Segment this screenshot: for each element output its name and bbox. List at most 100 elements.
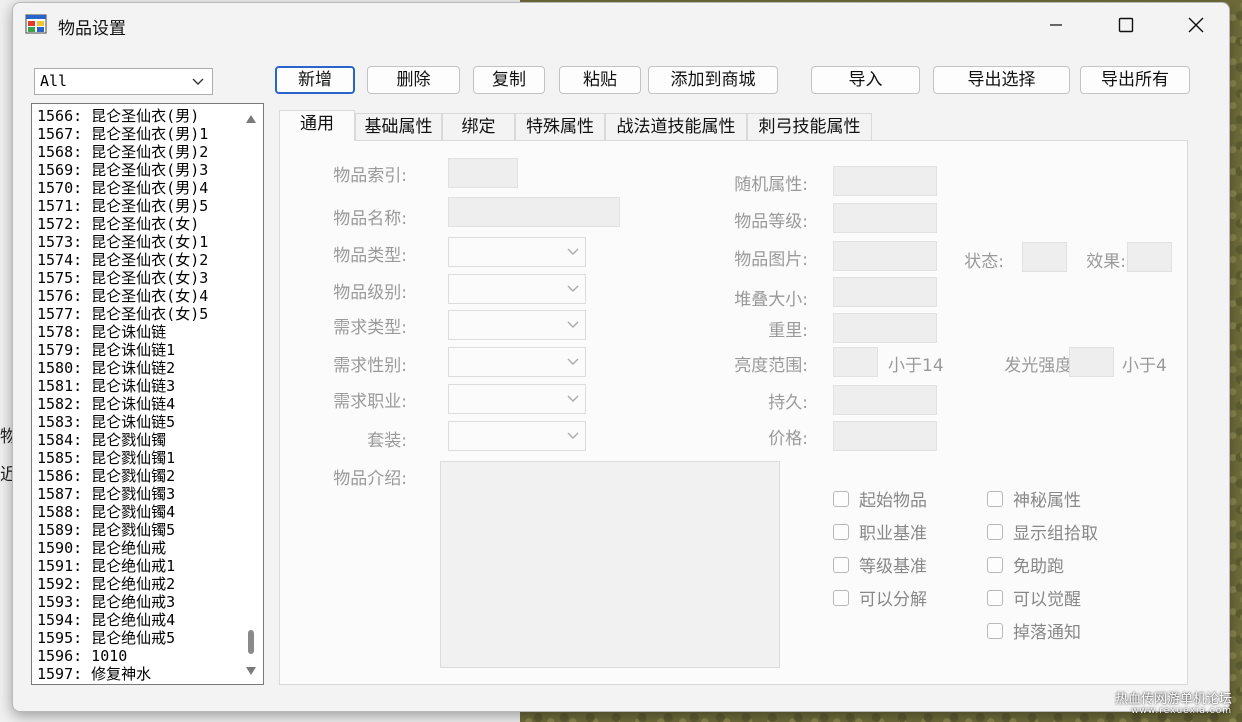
checkbox-label: 等级基准	[859, 557, 927, 577]
close-button[interactable]	[1161, 3, 1229, 47]
list-item[interactable]: 1596: 1010	[37, 647, 237, 665]
light-range-field[interactable]	[833, 347, 878, 377]
checkbox-box[interactable]	[987, 589, 1003, 606]
list-item[interactable]: 1578: 昆仑诛仙链	[37, 323, 237, 341]
list-item[interactable]: 1581: 昆仑诛仙链3	[37, 377, 237, 395]
tab-special-attributes[interactable]: 特殊属性	[515, 113, 605, 140]
scroll-down-icon[interactable]	[245, 666, 257, 676]
requirement-type-select[interactable]	[448, 310, 586, 340]
price-field[interactable]	[833, 421, 937, 451]
list-item[interactable]: 1590: 昆仑绝仙戒	[37, 539, 237, 557]
tab-assassin-archer-skills[interactable]: 刺弓技能属性	[747, 113, 872, 140]
list-item[interactable]: 1591: 昆仑绝仙戒1	[37, 557, 237, 575]
list-item[interactable]: 1587: 昆仑戮仙镯3	[37, 485, 237, 503]
checkbox-box[interactable]	[987, 523, 1003, 540]
no-assist-run-checkbox[interactable]: 免助跑	[987, 552, 1064, 577]
import-button[interactable]: 导入	[811, 66, 920, 94]
list-item[interactable]: 1592: 昆仑绝仙戒2	[37, 575, 237, 593]
minimize-icon	[1050, 24, 1062, 26]
list-item[interactable]: 1585: 昆仑戮仙镯1	[37, 449, 237, 467]
item-description-textarea[interactable]	[440, 461, 780, 668]
list-item[interactable]: 1574: 昆仑圣仙衣(女)2	[37, 251, 237, 269]
glow-intensity-field[interactable]	[1069, 347, 1114, 377]
list-item[interactable]: 1593: 昆仑绝仙戒3	[37, 593, 237, 611]
list-item[interactable]: 1597: 修复神水	[37, 665, 237, 683]
tab-basic-attributes[interactable]: 基础属性	[355, 113, 442, 140]
list-item[interactable]: 1589: 昆仑戮仙镯5	[37, 521, 237, 539]
requirement-type-label: 需求类型:	[333, 318, 407, 338]
item-grade-select[interactable]	[448, 274, 586, 304]
list-item[interactable]: 1566: 昆仑圣仙衣(男)	[37, 107, 237, 125]
export-selected-button[interactable]: 导出选择	[933, 66, 1070, 94]
start-item-checkbox[interactable]: 起始物品	[833, 486, 927, 511]
list-item[interactable]: 1577: 昆仑圣仙衣(女)5	[37, 305, 237, 323]
random-attribute-field[interactable]	[833, 166, 937, 196]
list-item[interactable]: 1570: 昆仑圣仙衣(男)4	[37, 179, 237, 197]
list-item[interactable]: 1568: 昆仑圣仙衣(男)2	[37, 143, 237, 161]
list-item[interactable]: 1569: 昆仑圣仙衣(男)3	[37, 161, 237, 179]
copy-button[interactable]: 复制	[473, 66, 545, 94]
checkbox-box[interactable]	[833, 556, 849, 573]
list-item[interactable]: 1586: 昆仑戮仙镯2	[37, 467, 237, 485]
requirement-class-select[interactable]	[448, 384, 586, 414]
checkbox-box[interactable]	[833, 523, 849, 540]
item-image-field[interactable]	[833, 241, 937, 271]
list-scrollbar[interactable]	[239, 104, 263, 684]
scroll-up-icon[interactable]	[245, 114, 257, 124]
add-to-shop-button[interactable]: 添加到商城	[648, 66, 778, 94]
set-select[interactable]	[448, 421, 586, 451]
list-item[interactable]: 1584: 昆仑戮仙镯	[37, 431, 237, 449]
awakenable-checkbox[interactable]: 可以觉醒	[987, 585, 1081, 610]
decomposable-checkbox[interactable]: 可以分解	[833, 585, 927, 610]
delete-button[interactable]: 删除	[367, 66, 460, 94]
list-item[interactable]: 1575: 昆仑圣仙衣(女)3	[37, 269, 237, 287]
paste-button[interactable]: 粘贴	[559, 66, 641, 94]
scroll-thumb[interactable]	[248, 630, 254, 654]
level-base-checkbox[interactable]: 等级基准	[833, 552, 927, 577]
list-item[interactable]: 1580: 昆仑诛仙链2	[37, 359, 237, 377]
tab-binding[interactable]: 绑定	[442, 113, 515, 140]
list-item[interactable]: 1567: 昆仑圣仙衣(男)1	[37, 125, 237, 143]
list-item[interactable]: 1573: 昆仑圣仙衣(女)1	[37, 233, 237, 251]
mystery-attribute-checkbox[interactable]: 神秘属性	[987, 486, 1081, 511]
durability-field[interactable]	[833, 385, 937, 415]
list-item[interactable]: 1576: 昆仑圣仙衣(女)4	[37, 287, 237, 305]
class-base-checkbox[interactable]: 职业基准	[833, 519, 927, 544]
list-item[interactable]: 1595: 昆仑绝仙戒5	[37, 629, 237, 647]
item-type-select[interactable]	[448, 237, 586, 267]
minimize-button[interactable]	[1021, 3, 1091, 47]
item-listbox[interactable]: 1566: 昆仑圣仙衣(男) 1567: 昆仑圣仙衣(男)1 1568: 昆仑圣仙衣…	[31, 103, 264, 685]
effect-field[interactable]	[1127, 242, 1172, 272]
title-bar[interactable]: 物品设置	[13, 3, 1229, 47]
list-item[interactable]: 1588: 昆仑戮仙镯4	[37, 503, 237, 521]
tab-general[interactable]: 通用	[279, 110, 355, 141]
background-text-fragment: 近	[0, 465, 17, 485]
export-all-button[interactable]: 导出所有	[1080, 66, 1190, 94]
stack-size-field[interactable]	[833, 277, 937, 307]
list-item[interactable]: 1594: 昆仑绝仙戒4	[37, 611, 237, 629]
maximize-button[interactable]	[1091, 3, 1161, 47]
checkbox-box[interactable]	[987, 490, 1003, 507]
drop-notify-checkbox[interactable]: 掉落通知	[987, 618, 1081, 643]
tab-warrior-mage-taoist-skills[interactable]: 战法道技能属性	[605, 113, 747, 140]
weight-label: 重里:	[768, 321, 808, 341]
requirement-gender-select[interactable]	[448, 347, 586, 377]
item-name-field[interactable]	[448, 197, 620, 227]
item-level-field[interactable]	[833, 203, 937, 233]
checkbox-box[interactable]	[833, 490, 849, 507]
checkbox-box[interactable]	[987, 622, 1003, 639]
show-group-pickup-checkbox[interactable]: 显示组拾取	[987, 519, 1098, 544]
checkbox-box[interactable]	[987, 556, 1003, 573]
weight-field[interactable]	[833, 313, 937, 343]
list-item[interactable]: 1583: 昆仑诛仙链5	[37, 413, 237, 431]
list-item[interactable]: 1582: 昆仑诛仙链4	[37, 395, 237, 413]
list-item[interactable]: 1572: 昆仑圣仙衣(女)	[37, 215, 237, 233]
list-item[interactable]: 1571: 昆仑圣仙衣(男)5	[37, 197, 237, 215]
state-field[interactable]	[1022, 242, 1067, 272]
filter-dropdown[interactable]: All	[34, 68, 213, 95]
random-attribute-label: 随机属性:	[734, 175, 808, 195]
new-button[interactable]: 新增	[275, 66, 355, 94]
list-item[interactable]: 1579: 昆仑诛仙链1	[37, 341, 237, 359]
checkbox-box[interactable]	[833, 589, 849, 606]
item-index-field[interactable]	[448, 158, 518, 188]
